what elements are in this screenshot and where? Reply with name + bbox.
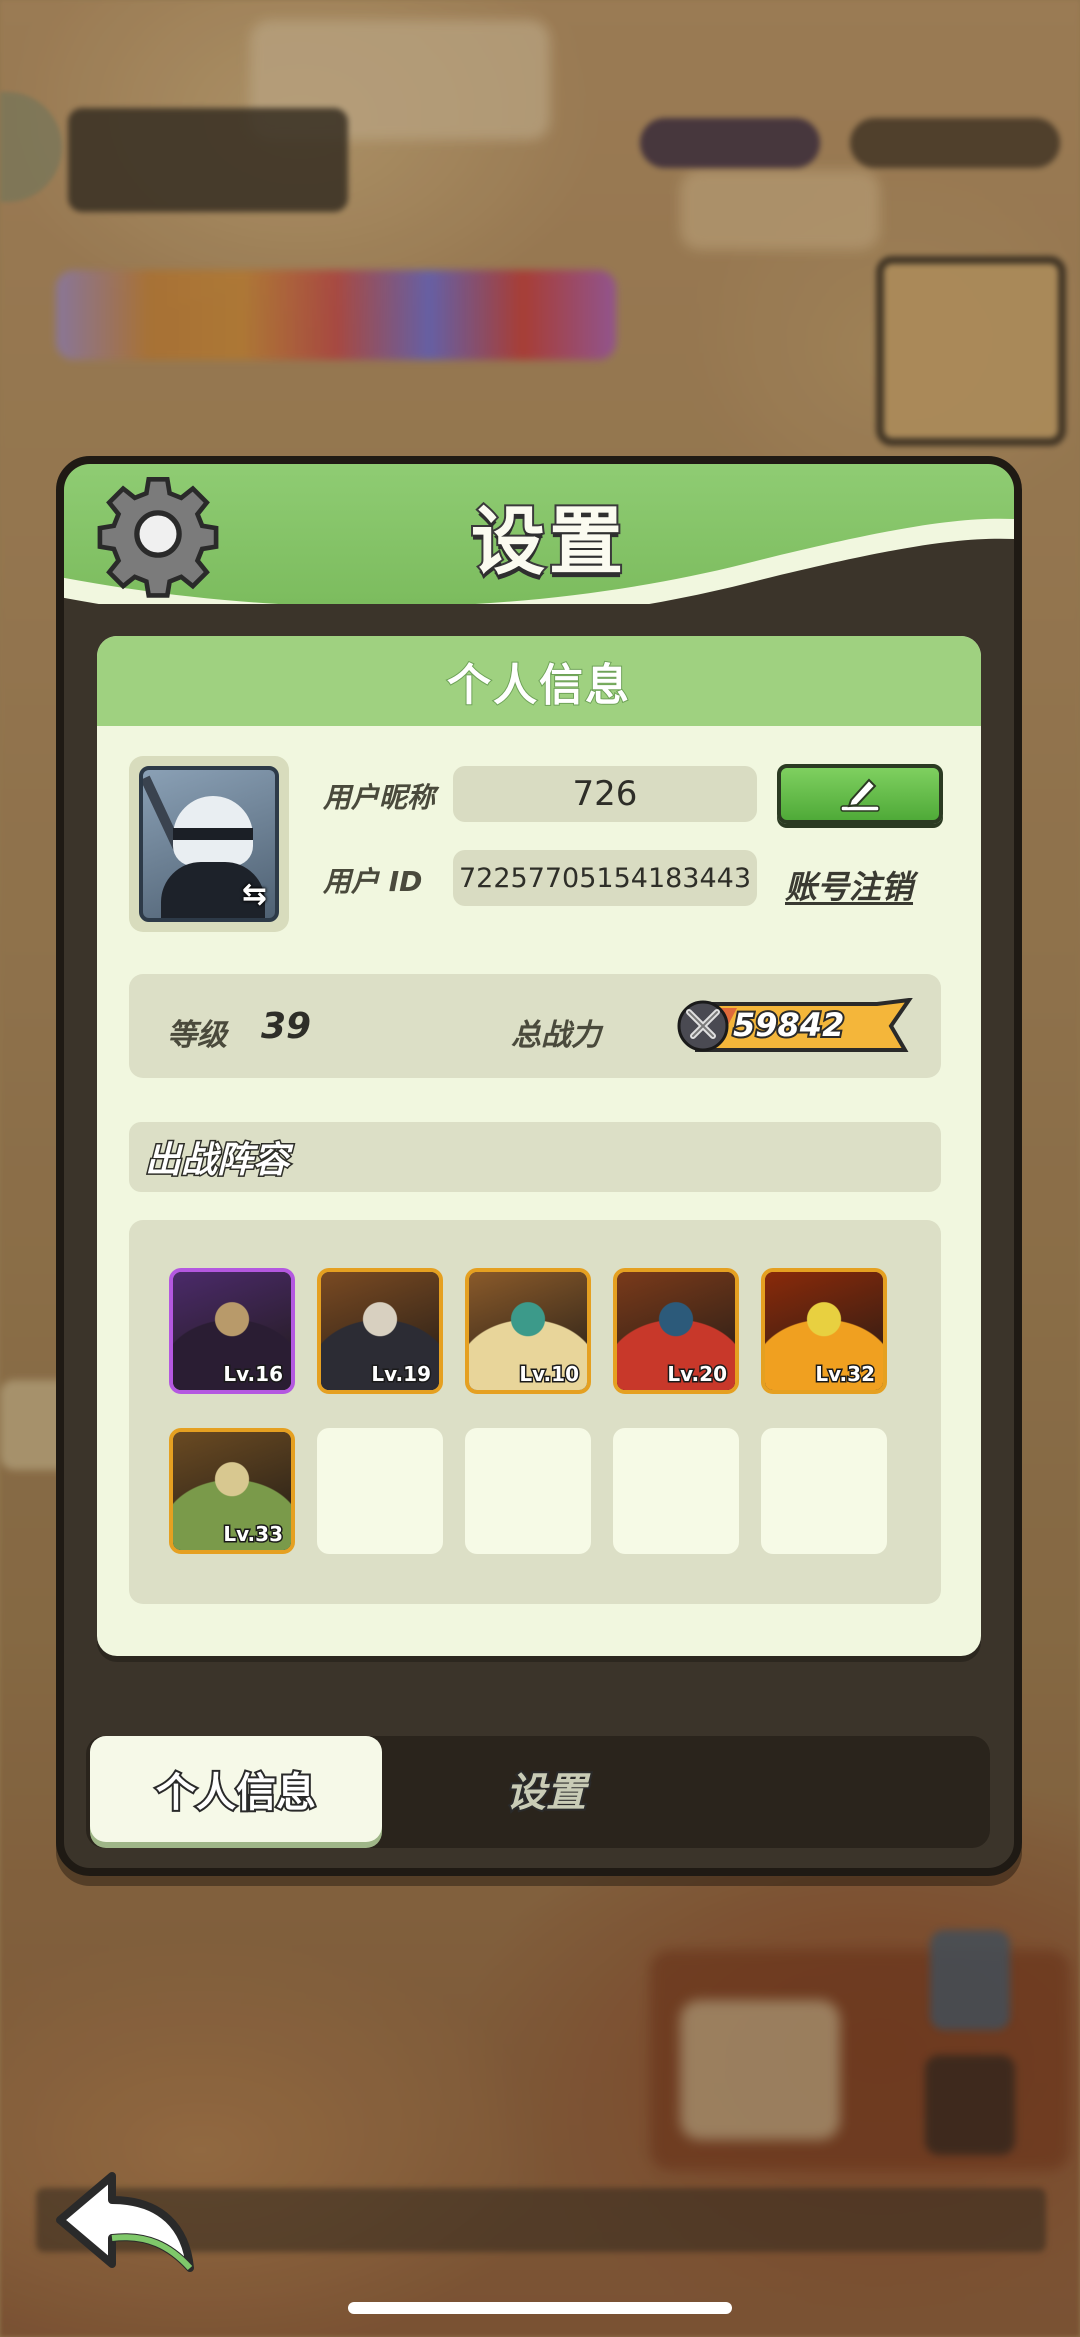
home-indicator — [348, 2302, 732, 2314]
hero-level-label: Lv.19 — [370, 1361, 433, 1388]
swap-avatar-icon[interactable]: ⇆ — [242, 877, 267, 912]
dialog-header: 设置 — [64, 464, 1014, 604]
tab-settings[interactable]: 设置 — [386, 1736, 706, 1842]
hero-level-label: Lv.33 — [222, 1521, 285, 1548]
total-power-badge: 59842 — [677, 998, 917, 1054]
level-label: 等级 — [167, 1018, 227, 1053]
card-title: 个人信息 — [97, 636, 981, 726]
profile-avatar[interactable]: ⇆ — [129, 756, 289, 932]
lineup-grid: Lv.16 Lv.19 Lv.10 Lv.20 Lv.32 Lv.33 — [129, 1220, 941, 1604]
empty-hero-slot[interactable] — [465, 1428, 591, 1554]
hero-level-label: Lv.10 — [518, 1361, 581, 1388]
hero-slot[interactable]: Lv.16 — [169, 1268, 295, 1394]
user-id-label: 用户 ID — [323, 865, 423, 898]
stats-bar: 等级 39 总战力 59842 — [129, 974, 941, 1078]
crossed-swords-icon — [677, 1000, 729, 1052]
hero-level-label: Lv.32 — [814, 1361, 877, 1388]
nickname-field: 726 — [453, 766, 757, 822]
edit-nickname-button[interactable] — [777, 764, 943, 824]
hero-slot[interactable]: Lv.20 — [613, 1268, 739, 1394]
hero-slot[interactable]: Lv.19 — [317, 1268, 443, 1394]
user-id-field: 72257705154183443 — [453, 850, 757, 906]
cancel-account-link[interactable]: 账号注销 — [785, 862, 913, 908]
nickname-label: 用户昵称 — [323, 781, 436, 814]
empty-hero-slot[interactable] — [613, 1428, 739, 1554]
lineup-title: 出战阵容 — [129, 1122, 941, 1192]
avatar-image: ⇆ — [139, 766, 279, 922]
empty-hero-slot[interactable] — [761, 1428, 887, 1554]
hero-slot[interactable]: Lv.10 — [465, 1268, 591, 1394]
hero-level-label: Lv.16 — [222, 1361, 285, 1388]
hero-slot[interactable]: Lv.33 — [169, 1428, 295, 1554]
dialog-title: 设置 — [469, 497, 627, 587]
hero-level-label: Lv.20 — [666, 1361, 729, 1388]
pencil-icon — [840, 778, 880, 812]
personal-info-card: 个人信息 ⇆ 用户昵称 726 用户 ID 72257705154183443 … — [97, 636, 981, 1656]
empty-hero-slot[interactable] — [317, 1428, 443, 1554]
hero-slot[interactable]: Lv.32 — [761, 1268, 887, 1394]
tab-bar: 个人信息 设置 — [86, 1736, 990, 1848]
total-power-label: 总战力 — [511, 1018, 601, 1053]
total-power-value: 59842 — [731, 1004, 846, 1046]
tab-personal-info[interactable]: 个人信息 — [90, 1736, 382, 1842]
level-value: 39 — [261, 1006, 312, 1047]
back-arrow-icon[interactable] — [52, 2168, 202, 2278]
settings-dialog: 设置 个人信息 ⇆ 用户昵称 726 用户 ID 722577051541834… — [56, 456, 1022, 1876]
